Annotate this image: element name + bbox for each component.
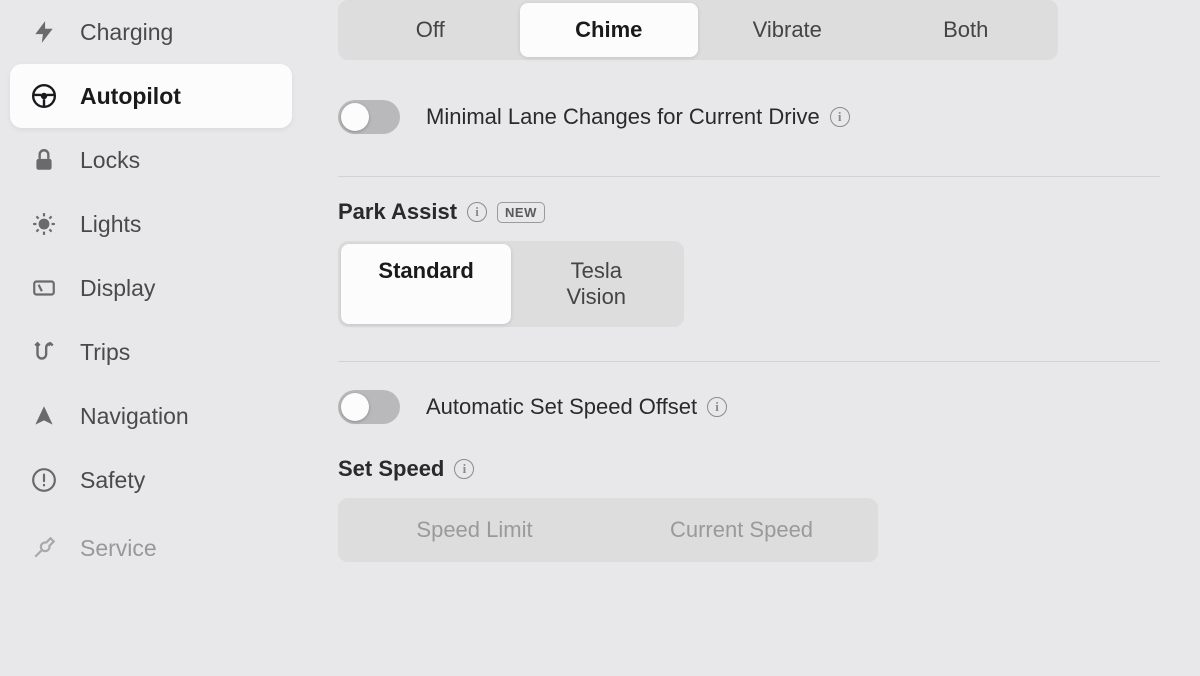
display-icon	[30, 274, 58, 302]
settings-sidebar: Charging Autopilot Locks Lights Display …	[0, 0, 310, 676]
alert-option-both[interactable]: Both	[877, 3, 1056, 57]
park-assist-tesla-vision[interactable]: Tesla Vision	[511, 244, 681, 324]
sidebar-item-label: Locks	[80, 147, 140, 174]
park-assist-title: Park Assist i NEW	[338, 199, 1160, 225]
sidebar-item-trips[interactable]: Trips	[10, 320, 292, 384]
park-assist-standard[interactable]: Standard	[341, 244, 511, 324]
info-icon[interactable]: i	[830, 107, 850, 127]
sidebar-item-label: Lights	[80, 211, 141, 238]
info-icon[interactable]: i	[454, 459, 474, 479]
sidebar-item-display[interactable]: Display	[10, 256, 292, 320]
sidebar-item-navigation[interactable]: Navigation	[10, 384, 292, 448]
sidebar-item-charging[interactable]: Charging	[10, 0, 292, 64]
settings-panel: Off Chime Vibrate Both Minimal Lane Chan…	[310, 0, 1200, 676]
steering-wheel-icon	[30, 82, 58, 110]
sidebar-item-service[interactable]: Service	[10, 516, 292, 580]
bolt-icon	[30, 18, 58, 46]
auto-speed-offset-row: Automatic Set Speed Offset i	[338, 390, 1160, 424]
sidebar-item-label: Trips	[80, 339, 130, 366]
alert-option-chime[interactable]: Chime	[520, 3, 699, 57]
sidebar-item-label: Safety	[80, 467, 145, 494]
sidebar-item-safety[interactable]: Safety	[10, 448, 292, 512]
wrench-icon	[30, 534, 58, 562]
auto-speed-offset-label: Automatic Set Speed Offset i	[426, 394, 727, 420]
set-speed-limit[interactable]: Speed Limit	[341, 501, 608, 559]
lock-icon	[30, 146, 58, 174]
minimal-lane-changes-row: Minimal Lane Changes for Current Drive i	[338, 100, 1160, 134]
sidebar-item-autopilot[interactable]: Autopilot	[10, 64, 292, 128]
brightness-icon	[30, 210, 58, 238]
divider	[338, 176, 1160, 177]
toggle-knob	[341, 103, 369, 131]
info-icon[interactable]: i	[707, 397, 727, 417]
sidebar-item-locks[interactable]: Locks	[10, 128, 292, 192]
sidebar-item-label: Navigation	[80, 403, 189, 430]
sidebar-item-label: Service	[80, 535, 157, 562]
route-icon	[30, 338, 58, 366]
park-assist-segmented: Standard Tesla Vision	[338, 241, 684, 327]
new-badge: NEW	[497, 202, 545, 223]
sidebar-item-label: Charging	[80, 19, 173, 46]
alert-option-vibrate[interactable]: Vibrate	[698, 3, 877, 57]
set-speed-title: Set Speed i	[338, 456, 1160, 482]
auto-speed-offset-toggle[interactable]	[338, 390, 400, 424]
set-speed-current[interactable]: Current Speed	[608, 501, 875, 559]
navigation-arrow-icon	[30, 402, 58, 430]
minimal-lane-changes-label: Minimal Lane Changes for Current Drive i	[426, 104, 850, 130]
sidebar-item-label: Display	[80, 275, 155, 302]
toggle-knob	[341, 393, 369, 421]
alert-icon	[30, 466, 58, 494]
minimal-lane-changes-toggle[interactable]	[338, 100, 400, 134]
alert-option-off[interactable]: Off	[341, 3, 520, 57]
alert-mode-segmented: Off Chime Vibrate Both	[338, 0, 1058, 60]
set-speed-segmented: Speed Limit Current Speed	[338, 498, 878, 562]
sidebar-item-lights[interactable]: Lights	[10, 192, 292, 256]
info-icon[interactable]: i	[467, 202, 487, 222]
divider	[338, 361, 1160, 362]
sidebar-item-label: Autopilot	[80, 83, 181, 110]
